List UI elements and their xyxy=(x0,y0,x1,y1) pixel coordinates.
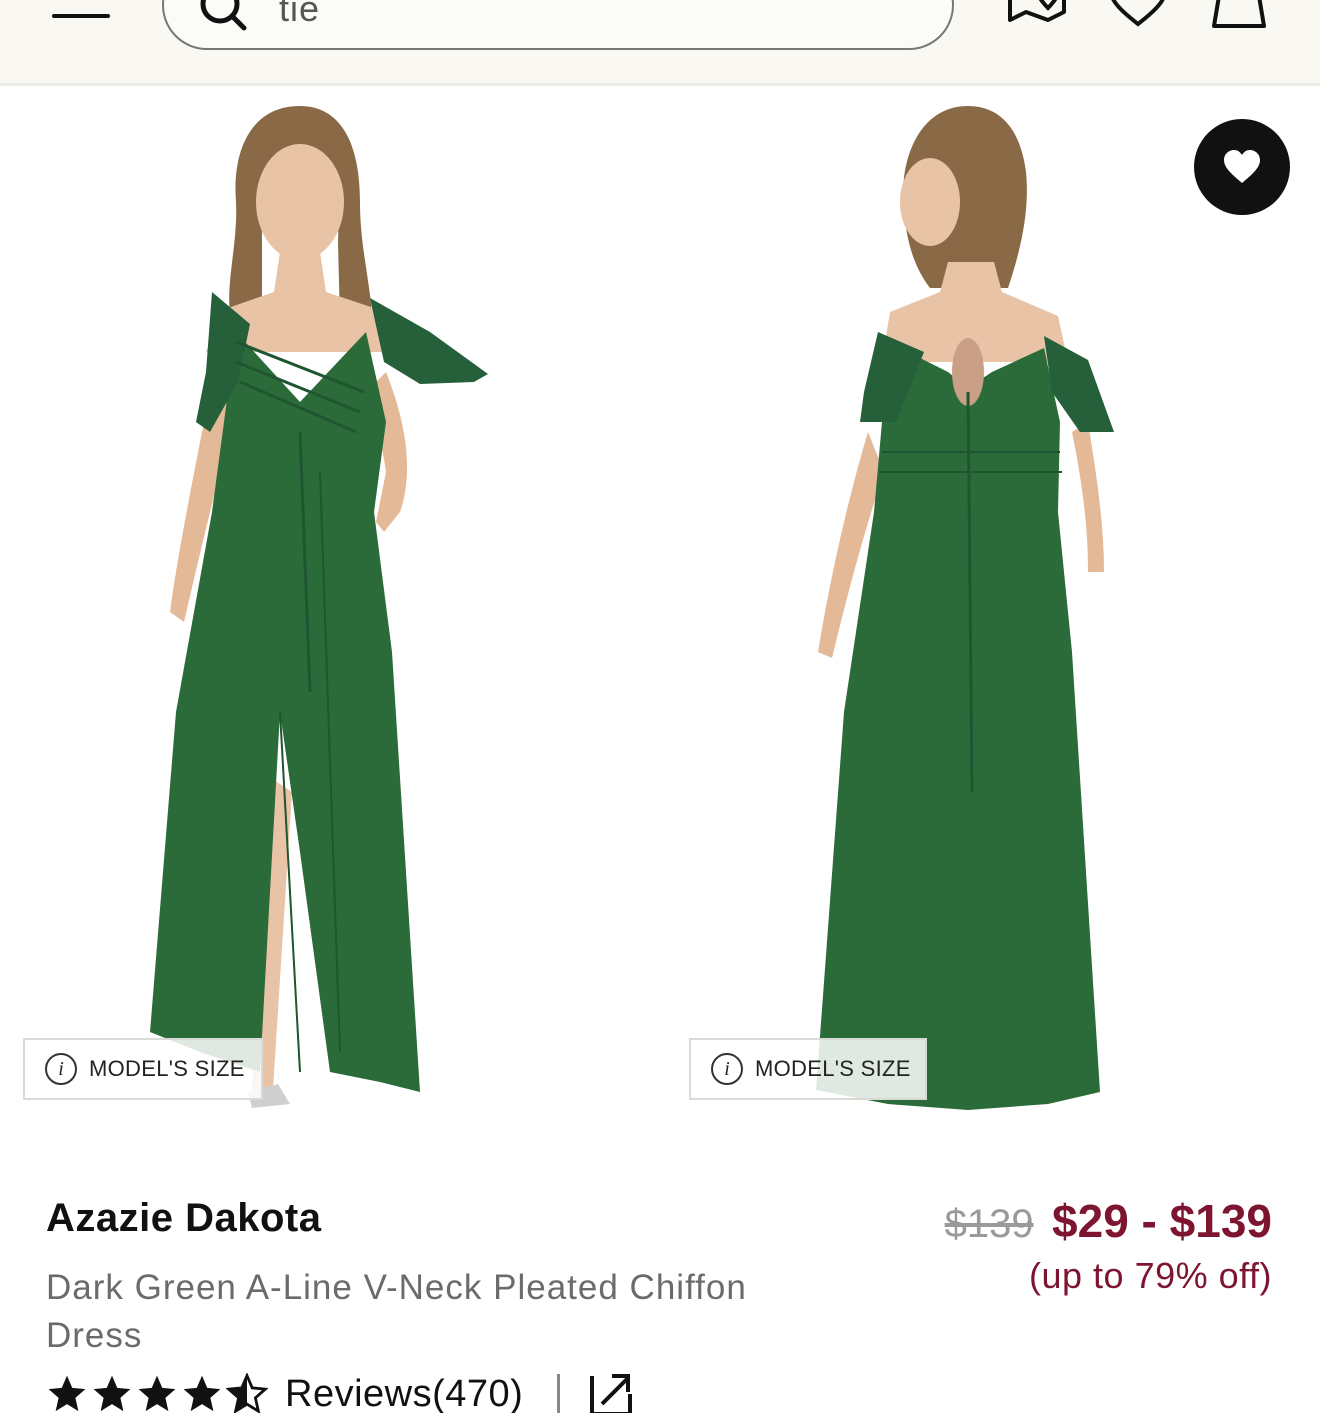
models-size-tag-front[interactable]: i MODEL'S SIZE xyxy=(23,1038,263,1100)
cart-icon[interactable] xyxy=(1208,0,1270,30)
product-brand: Azazie Dakota xyxy=(46,1196,322,1240)
original-price: $139 xyxy=(944,1202,1034,1246)
star-rating[interactable] xyxy=(46,1373,271,1413)
star-icon xyxy=(48,1375,86,1412)
menu-icon[interactable] xyxy=(52,0,110,24)
search-query[interactable]: tie xyxy=(279,0,320,30)
dress-back-illustration xyxy=(816,106,1114,1110)
star-icon xyxy=(93,1375,131,1412)
star-icon xyxy=(138,1375,176,1412)
dress-front-illustration xyxy=(150,106,488,1108)
top-header: tie xyxy=(0,0,1320,86)
models-size-label: MODEL'S SIZE xyxy=(755,1056,911,1081)
price-row: $139 $29 - $139 xyxy=(945,1194,1272,1248)
location-icon[interactable] xyxy=(1006,0,1068,26)
product-image-front[interactable] xyxy=(0,92,652,1137)
divider xyxy=(557,1374,561,1413)
favorite-button[interactable] xyxy=(1194,119,1290,215)
models-size-label: MODEL'S SIZE xyxy=(89,1056,245,1081)
discount-label: (up to 79% off) xyxy=(1029,1255,1272,1296)
half-star-icon xyxy=(226,1373,268,1413)
search-icon[interactable] xyxy=(194,0,254,44)
share-icon[interactable] xyxy=(588,1372,633,1413)
star-icon xyxy=(183,1375,221,1412)
info-icon: i xyxy=(711,1053,743,1085)
reviews-link[interactable]: Reviews(470) xyxy=(285,1373,523,1413)
product-description: Dark Green A-Line V-Neck Pleated Chiffon… xyxy=(46,1268,747,1355)
wishlist-icon[interactable] xyxy=(1106,0,1170,28)
models-size-tag-back[interactable]: i MODEL'S SIZE xyxy=(689,1038,927,1100)
product-image-back[interactable] xyxy=(668,92,1320,1137)
heart-icon xyxy=(1224,150,1260,183)
search-bar[interactable]: tie xyxy=(162,0,954,50)
info-icon: i xyxy=(45,1053,77,1085)
rating-row: Reviews(470) xyxy=(46,1372,633,1413)
sale-price-range: $29 - $139 xyxy=(1052,1195,1272,1247)
